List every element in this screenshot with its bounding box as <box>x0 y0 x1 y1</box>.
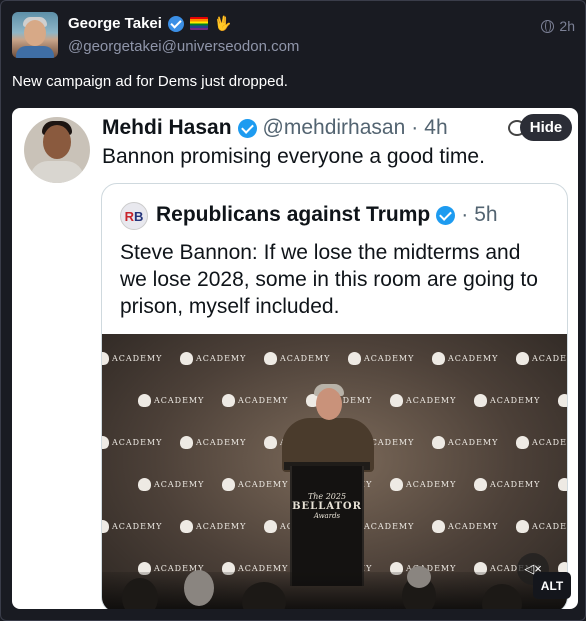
spartan-helmet-icon <box>390 394 403 407</box>
spartan-helmet-icon <box>264 352 277 365</box>
backdrop-logo: ACADEMY <box>516 520 567 533</box>
backdrop-logo: ACADEMY <box>102 436 162 449</box>
quoted-avatar-letter-r: R <box>124 208 134 224</box>
quoted-author-avatar: RB <box>120 202 148 230</box>
spartan-helmet-icon <box>432 436 445 449</box>
vulcan-salute-icon: 🖖 <box>213 15 232 31</box>
podium-line-3: Awards <box>313 512 341 520</box>
backdrop-logo: ACADEMY <box>138 478 204 491</box>
backdrop-logo: ACADEMY <box>264 352 330 365</box>
backdrop-logo: ACADEMY <box>180 436 246 449</box>
author-display-name[interactable]: George Takei 🖖 <box>68 15 231 32</box>
spartan-helmet-icon <box>180 520 193 533</box>
quoted-tweet-text: Steve Bannon: If we lose the midterms an… <box>120 241 538 318</box>
spartan-helmet-icon <box>102 520 109 533</box>
spartan-helmet-icon <box>516 520 529 533</box>
tweet-author-line: Mehdi Hasan @mehdirhasan · 4h <box>102 116 448 140</box>
event-photo: ACADEMY ACADEMY ACADEMY ACADEMY ACADEMY ACADE… <box>102 334 567 609</box>
post-body-text: New campaign ad for Dems just dropped. <box>12 73 288 90</box>
spartan-helmet-icon <box>222 394 235 407</box>
podium-line-1: The 2025 <box>307 492 347 501</box>
backdrop-logo: ACADEMY <box>516 352 567 365</box>
spartan-helmet-icon <box>138 478 151 491</box>
backdrop-logo: ACADEMY <box>222 478 288 491</box>
tweet-author-handle: @mehdirhasan <box>262 116 406 139</box>
rainbow-flag-icon <box>189 17 208 30</box>
spartan-helmet-icon <box>558 394 567 407</box>
audience-silhouettes <box>102 566 567 609</box>
spartan-helmet-icon <box>102 352 109 365</box>
quoted-author-name: Republicans against Trump <box>156 203 431 226</box>
media-attachment[interactable]: Mehdi Hasan @mehdirhasan · 4h Bannon pro… <box>12 108 578 609</box>
backdrop-logo: ACADEMY <box>432 352 498 365</box>
backdrop-logo: ACADEMY <box>348 352 414 365</box>
hide-media-button[interactable]: Hide <box>520 114 572 141</box>
quoted-tweet-card: RB Republicans against Trump · 5h Steve … <box>101 183 568 609</box>
verified-badge-icon <box>167 15 184 32</box>
spartan-helmet-icon <box>432 352 445 365</box>
spartan-helmet-icon <box>516 352 529 365</box>
tweet-text: Bannon promising everyone a good time. <box>102 145 485 168</box>
backdrop-logo: ACADEMY <box>102 520 162 533</box>
backdrop-logo: ACADEMY <box>138 394 204 407</box>
post-time-text[interactable]: 2h <box>559 18 575 34</box>
quoted-separator: · <box>461 203 469 226</box>
mastodon-post: George Takei 🖖 @georgetakei@universeodon… <box>0 0 586 621</box>
spartan-helmet-icon <box>432 520 445 533</box>
spartan-helmet-icon <box>222 478 235 491</box>
tweet-author-name: Mehdi Hasan <box>102 116 232 139</box>
quoted-verified-badge-icon <box>436 205 456 225</box>
backdrop-logo: ACADEMY <box>222 394 288 407</box>
spartan-helmet-icon <box>474 394 487 407</box>
backdrop-logo: ACADEMY <box>432 436 498 449</box>
backdrop-logo: ACADEMY <box>516 436 567 449</box>
spartan-helmet-icon <box>180 436 193 449</box>
alt-text-badge[interactable]: ALT <box>533 572 571 599</box>
backdrop-logo: ACADEMY <box>558 478 567 491</box>
spartan-helmet-icon <box>180 352 193 365</box>
spartan-helmet-icon <box>474 478 487 491</box>
spartan-helmet-icon <box>102 436 109 449</box>
author-handle[interactable]: @georgetakei@universeodon.com <box>68 38 299 55</box>
spartan-helmet-icon <box>138 394 151 407</box>
backdrop-logo: ACADEMY <box>102 352 162 365</box>
podium-line-2: BELLATOR <box>292 501 362 512</box>
backdrop-logo: ACADEMY <box>558 394 567 407</box>
podium <box>290 466 364 586</box>
tweet-time: 4h <box>424 116 448 139</box>
spartan-helmet-icon <box>264 436 277 449</box>
post-timestamp[interactable]: 2h <box>541 18 575 34</box>
quoted-author-line: Republicans against Trump · 5h <box>156 203 498 227</box>
author-name-text[interactable]: George Takei <box>68 15 162 32</box>
backdrop-logo: ACADEMY <box>474 478 540 491</box>
backdrop-logo: ACADEMY <box>432 520 498 533</box>
spartan-helmet-icon <box>516 436 529 449</box>
speaker-head <box>316 388 342 420</box>
tweet-author-avatar <box>24 117 90 183</box>
spartan-helmet-icon <box>348 352 361 365</box>
backdrop-logo: ACADEMY <box>474 394 540 407</box>
spartan-helmet-icon <box>390 478 403 491</box>
backdrop-logo: ACADEMY <box>390 478 456 491</box>
globe-icon <box>541 19 555 33</box>
spartan-helmet-icon <box>558 478 567 491</box>
quoted-time: 5h <box>474 203 498 226</box>
tweet-separator: · <box>411 116 419 139</box>
backdrop-logo: ACADEMY <box>180 352 246 365</box>
spartan-helmet-icon <box>264 520 277 533</box>
backdrop-logo: ACADEMY <box>390 394 456 407</box>
author-avatar[interactable] <box>12 12 58 58</box>
tweet-verified-badge-icon <box>237 118 257 138</box>
quoted-avatar-letter-b: B <box>134 208 144 224</box>
backdrop-logo: ACADEMY <box>180 520 246 533</box>
podium-sign: The 2025 BELLATOR Awards <box>290 492 364 520</box>
